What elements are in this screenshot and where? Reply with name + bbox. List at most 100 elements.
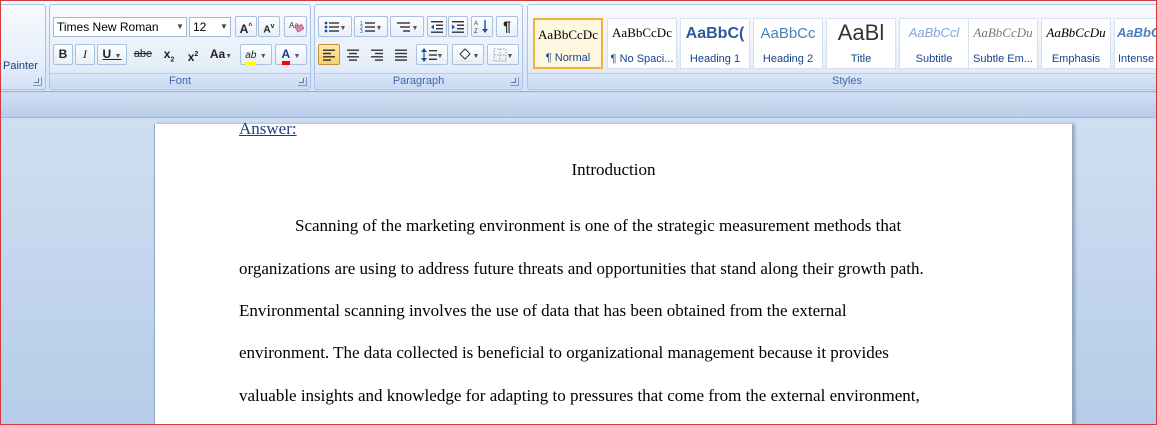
answer-label: Answer: xyxy=(239,119,297,138)
chevron-down-icon[interactable]: ▼ xyxy=(225,53,232,60)
font-dialog-launcher-icon[interactable] xyxy=(298,77,307,86)
strikethrough-icon: abe xyxy=(133,48,153,60)
bold-button[interactable]: B xyxy=(53,44,73,65)
paint-bucket-icon xyxy=(456,48,473,62)
underline-button[interactable]: U ▼ xyxy=(97,44,127,65)
clear-formatting-button[interactable]: Aa xyxy=(284,16,307,37)
font-group: Times New Roman ▼ 12 ▼ A^ Av Aa B I U ▼ xyxy=(49,4,311,90)
font-size-value: 12 xyxy=(193,20,207,34)
ruler-bar xyxy=(0,93,1157,118)
paragraph-line: organizations are using to address futur… xyxy=(239,259,924,278)
svg-text:A: A xyxy=(474,21,478,27)
style-sample: AaBl xyxy=(837,20,885,45)
grow-font-icon: A xyxy=(239,22,249,36)
chevron-down-icon[interactable]: ▼ xyxy=(174,18,186,36)
paragraph-dialog-launcher-icon[interactable] xyxy=(510,77,519,86)
font-name-value: Times New Roman xyxy=(57,20,159,34)
highlight-button[interactable]: ab ▼ xyxy=(240,44,272,66)
chevron-down-icon[interactable]: ▼ xyxy=(294,53,301,60)
italic-icon: I xyxy=(83,47,87,61)
chevron-down-icon[interactable]: ▼ xyxy=(115,53,122,60)
svg-text:Z: Z xyxy=(474,29,478,34)
superscript-button[interactable]: x2 xyxy=(182,44,204,65)
style-name: Title xyxy=(850,53,872,65)
paragraph-group: ▼ 1 2 3 ▼ ▼ A Z ¶ ▼ ▼ ▼ Paragraph xyxy=(314,4,523,90)
increase-indent-icon xyxy=(452,20,464,33)
italic-button[interactable]: I xyxy=(75,44,95,65)
eraser-icon: Aa xyxy=(289,21,304,33)
style-name: Intense xyxy=(1118,53,1155,65)
paragraph-line: valuable insights and knowledge for adap… xyxy=(239,386,920,405)
clipboard-group: Painter xyxy=(0,4,46,90)
borders-button[interactable]: ▼ xyxy=(487,44,519,65)
multilevel-list-button[interactable]: ▼ xyxy=(390,16,424,37)
style-sample: AaBbC xyxy=(1117,25,1157,40)
show-formatting-button[interactable]: ¶ xyxy=(496,16,518,37)
document-page[interactable]: Answer: Introduction Scanning of the mar… xyxy=(154,119,1073,425)
grow-font-button[interactable]: A^ xyxy=(235,16,257,37)
chevron-down-icon[interactable]: ▼ xyxy=(507,53,514,60)
styles-group: AaBbCcDc ¶ Normal AaBbCcDc ¶ No Spaci...… xyxy=(527,4,1157,90)
decrease-indent-icon xyxy=(431,20,443,33)
decrease-indent-button[interactable] xyxy=(427,16,447,37)
font-size-combo[interactable]: 12 ▼ xyxy=(189,17,231,37)
align-center-icon xyxy=(347,49,359,61)
chevron-down-icon[interactable]: ▼ xyxy=(260,53,267,60)
align-left-button[interactable] xyxy=(318,44,340,65)
chevron-down-icon[interactable]: ▼ xyxy=(218,18,230,36)
style-sample: AaBbCcDc xyxy=(612,25,672,40)
style-sample: AaBbCcl xyxy=(908,25,960,40)
style-name: Heading 1 xyxy=(689,53,741,65)
line-spacing-button[interactable]: ▼ xyxy=(416,44,448,65)
align-center-button[interactable] xyxy=(342,44,364,65)
style-sample: AaBbC( xyxy=(685,25,745,42)
style-name: ¶ No Spaci... xyxy=(610,53,674,65)
style-intense[interactable]: AaBbC Intense xyxy=(1114,18,1157,69)
style-sample: AaBbCcDu xyxy=(1046,25,1106,40)
subscript-button[interactable]: x2 xyxy=(158,44,180,65)
justify-button[interactable] xyxy=(390,44,412,65)
align-right-button[interactable] xyxy=(366,44,388,65)
paragraph-group-label: Paragraph xyxy=(315,73,522,88)
multilevel-list-icon xyxy=(396,22,410,32)
font-name-combo[interactable]: Times New Roman ▼ xyxy=(53,17,187,37)
style-subtitle[interactable]: AaBbCcl Subtitle xyxy=(899,18,969,69)
style-sample: AaBbCc xyxy=(760,25,816,42)
chevron-down-icon[interactable]: ▼ xyxy=(376,25,383,32)
chevron-down-icon[interactable]: ▼ xyxy=(473,53,480,60)
shading-button[interactable]: ▼ xyxy=(452,44,484,65)
numbering-button[interactable]: 1 2 3 ▼ xyxy=(354,16,388,37)
change-case-icon: Aa xyxy=(209,47,226,61)
styles-group-label: Styles xyxy=(528,73,1157,88)
bullet-list-icon xyxy=(324,21,339,33)
style-title[interactable]: AaBl Title xyxy=(826,18,896,69)
shrink-font-icon: A xyxy=(263,24,271,36)
increase-indent-button[interactable] xyxy=(448,16,468,37)
style-name: ¶ Normal xyxy=(545,52,591,64)
format-painter-button[interactable]: Painter xyxy=(3,60,38,72)
font-color-button[interactable]: A ▼ xyxy=(275,44,307,65)
align-right-icon xyxy=(371,49,383,61)
style-emphasis[interactable]: AaBbCcDu Emphasis xyxy=(1041,18,1111,69)
style-heading-2[interactable]: AaBbCc Heading 2 xyxy=(753,18,823,69)
change-case-button[interactable]: Aa▼ xyxy=(206,44,236,65)
chevron-down-icon[interactable]: ▼ xyxy=(412,25,419,32)
bullets-button[interactable]: ▼ xyxy=(318,16,352,37)
font-group-label: Font xyxy=(50,73,310,88)
style-normal[interactable]: AaBbCcDc ¶ Normal xyxy=(533,18,603,69)
highlighter-icon: ab xyxy=(245,50,257,66)
shrink-font-button[interactable]: Av xyxy=(258,16,280,37)
chevron-down-icon[interactable]: ▼ xyxy=(437,53,444,60)
paragraph-line: environment. The data collected is benef… xyxy=(239,343,889,362)
numbered-list-icon: 1 2 3 xyxy=(360,21,375,35)
paragraph-line: Scanning of the marketing environment is… xyxy=(295,216,902,235)
section-heading: Introduction xyxy=(571,160,656,179)
font-color-icon: A xyxy=(281,48,291,65)
strikethrough-button[interactable]: abe xyxy=(130,44,156,65)
style-subtle-emphasis[interactable]: AaBbCcDu Subtle Em... xyxy=(968,18,1038,69)
style-no-spacing[interactable]: AaBbCcDc ¶ No Spaci... xyxy=(607,18,677,69)
chevron-down-icon[interactable]: ▼ xyxy=(340,25,347,32)
style-heading-1[interactable]: AaBbC( Heading 1 xyxy=(680,18,750,69)
sort-button[interactable]: A Z xyxy=(471,16,493,37)
clipboard-launcher-icon[interactable] xyxy=(33,77,42,86)
